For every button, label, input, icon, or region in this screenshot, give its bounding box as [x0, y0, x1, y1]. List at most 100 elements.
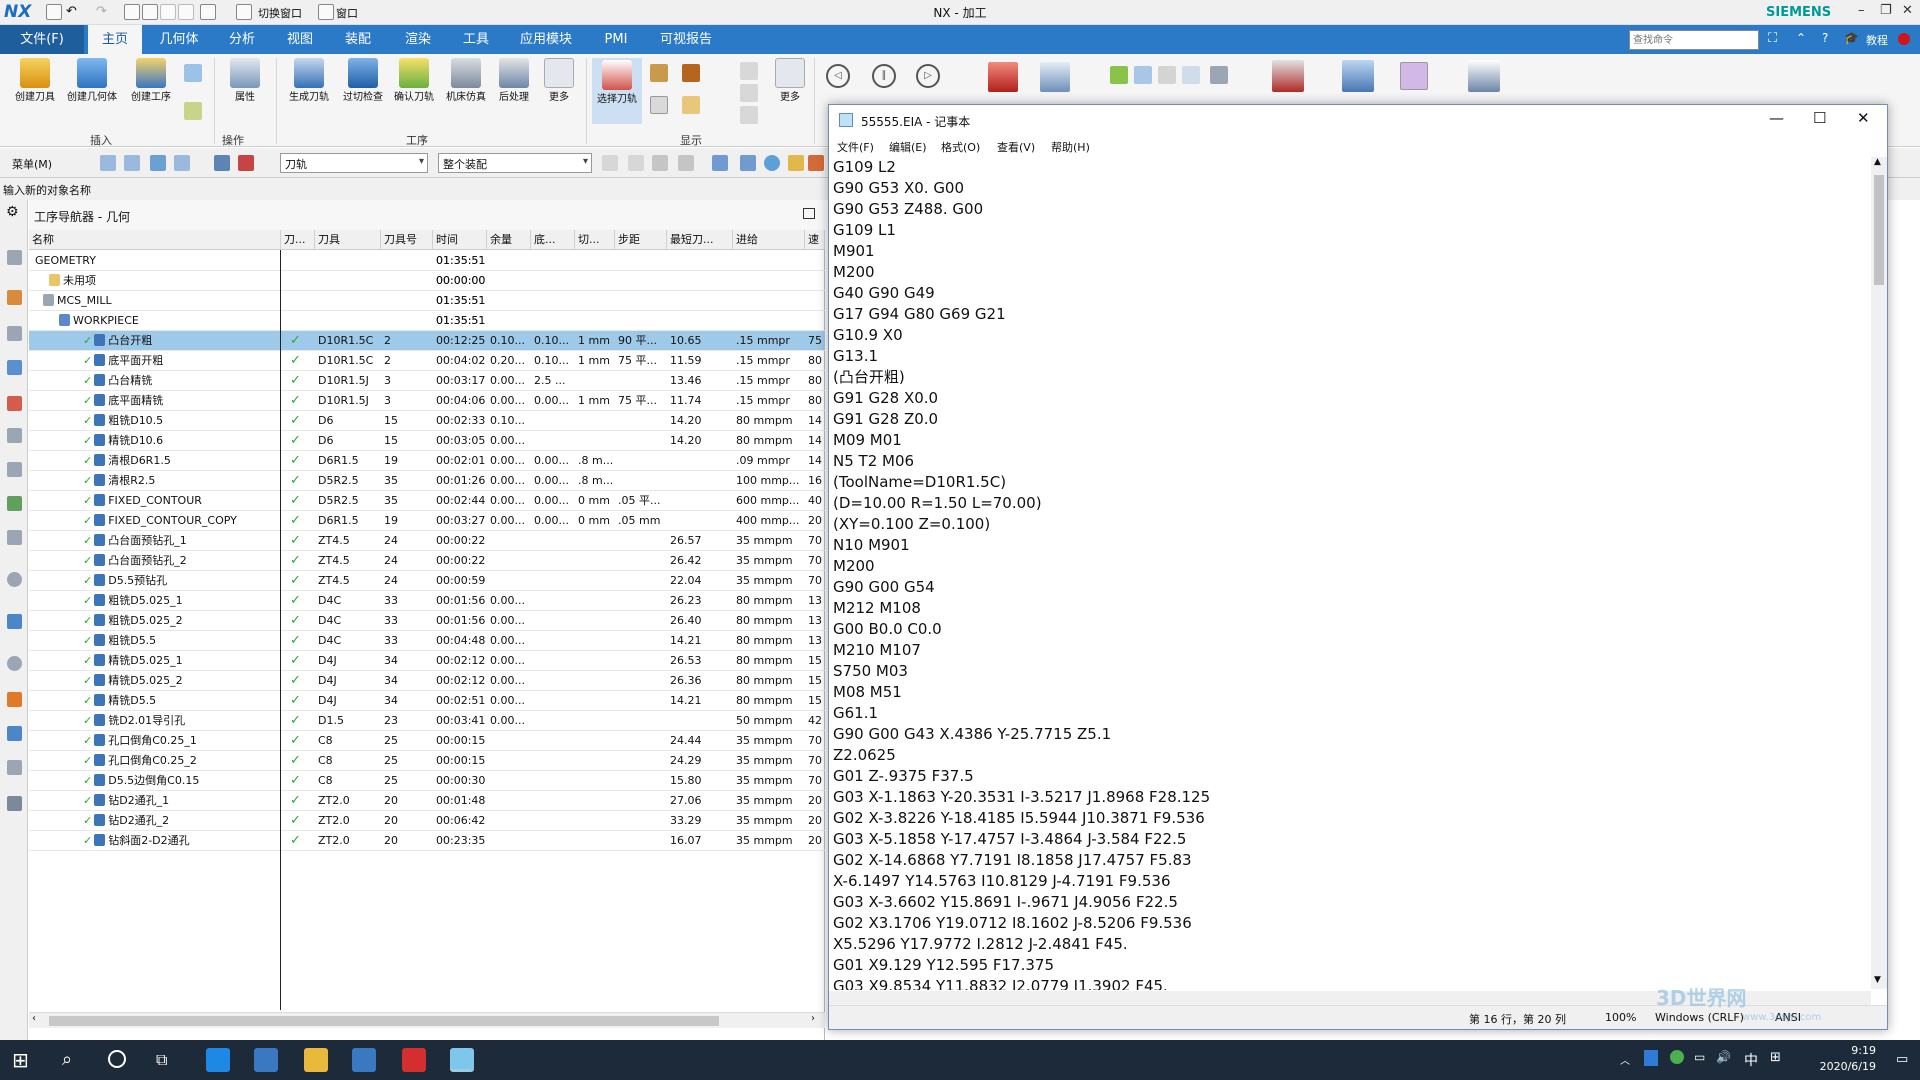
table-row[interactable]: ✓ 粗铣D5.025_2 ✓ D4C 33 00:01:56 0.00... 26.40 80 … [29, 611, 825, 631]
more-display-button[interactable]: 更多 [772, 58, 808, 104]
feature-icon[interactable] [1134, 66, 1152, 84]
toolpath-display-icon[interactable] [650, 64, 668, 82]
table-row[interactable]: ✓ 精铣D5.025_2 ✓ D4J 34 00:02:12 0.00... 26.36 80 … [29, 671, 825, 691]
face-icon[interactable] [788, 155, 804, 171]
feature-3-icon[interactable] [1182, 66, 1200, 84]
hd3d-icon[interactable] [7, 496, 22, 511]
help-icon[interactable]: ? [1822, 31, 1828, 45]
table-row[interactable]: WORKPIECE 01:35:51 01:35:51 [29, 311, 825, 331]
menu-button[interactable]: 菜单(M) [12, 156, 52, 172]
tab-view[interactable]: 视图 [274, 25, 326, 54]
file-explorer-icon[interactable] [304, 1048, 328, 1072]
table-row[interactable]: ✓ 凸台面预钻孔_2 ✓ ZT4.5 24 00:00:22 26.42 35 mmpm 70 [29, 551, 825, 571]
find-feature-icon[interactable] [1272, 60, 1304, 92]
graduation-cap-icon[interactable]: 🎓 [1844, 31, 1859, 45]
palette-icon[interactable] [7, 692, 22, 707]
task-view-icon[interactable]: ⧉ [156, 1050, 167, 1070]
part-navigator-icon[interactable] [7, 250, 22, 265]
tab-geometry[interactable]: 几何体 [148, 25, 210, 54]
pause-icon[interactable]: ∥ [872, 64, 896, 88]
column-speed[interactable]: 速 [805, 230, 825, 250]
table-row[interactable]: ✓ 钻D2通孔_2 ✓ ZT2.0 20 00:06:42 33.29 35 mmpm 20 [29, 811, 825, 831]
vertical-scrollbar[interactable]: ▲ ▼ [1871, 157, 1887, 989]
view-program-icon[interactable] [100, 155, 116, 171]
scroll-right-icon[interactable]: › [811, 1013, 815, 1024]
move-up-icon[interactable] [740, 62, 758, 80]
scrollbar-thumb[interactable] [1874, 175, 1884, 285]
table-row[interactable]: ✓ 凸台面预钻孔_1 ✓ ZT4.5 24 00:00:22 26.57 35 mmpm 70 [29, 531, 825, 551]
scroll-down-icon[interactable]: ▼ [1874, 975, 1881, 985]
view-geometry-icon[interactable] [150, 155, 166, 171]
operation-navigator-icon[interactable] [7, 360, 22, 375]
tab-home[interactable]: 主页 [88, 25, 142, 54]
column-feed[interactable]: 进给 [733, 230, 805, 250]
nx-app-icon[interactable] [254, 1048, 278, 1072]
table-row[interactable]: ✓ 清根R2.5 ✓ D5R2.5 35 00:01:26 0.00... 0.00... .8… [29, 471, 825, 491]
app-tray-icon[interactable] [1670, 1050, 1684, 1064]
clear-filter-icon[interactable] [238, 155, 254, 171]
table-row[interactable]: ✓ 孔口倒角C0.25_2 ✓ C8 25 00:00:15 24.29 35 mmpm 70 [29, 751, 825, 771]
fullscreen-icon[interactable]: ⛶ [1768, 31, 1777, 46]
system-materials-icon[interactable] [7, 614, 22, 629]
gear-icon[interactable]: ⚙ [6, 204, 19, 220]
create-tool-button[interactable]: 创建刀具 [10, 58, 60, 104]
machine-tool-navigator-icon[interactable] [7, 396, 22, 411]
body-icon[interactable] [808, 155, 824, 171]
input-method-icon[interactable]: ⊞ [1770, 1050, 1781, 1065]
table-row[interactable]: MCS_MILL 01:35:51 01:35:51 [29, 291, 825, 311]
layer-icon[interactable] [740, 84, 758, 102]
autocad-icon[interactable] [402, 1048, 426, 1072]
maximize-panel-icon[interactable] [803, 208, 815, 219]
nx-app-2-icon[interactable] [352, 1048, 376, 1072]
view-machine-tool-icon[interactable] [124, 155, 140, 171]
column-stepover[interactable]: 步距 [615, 230, 667, 250]
process-studio-icon[interactable] [7, 726, 22, 741]
tab-applications[interactable]: 应用模块 [510, 25, 582, 54]
table-row[interactable]: ✓ 钻斜面2-D2通孔 ✓ ZT2.0 20 00:23:35 16.07 35 mmpm 20 [29, 831, 825, 851]
minimize-icon[interactable]: — [1769, 109, 1784, 127]
table-row[interactable]: ✓ 钻D2通孔_1 ✓ ZT2.0 20 00:01:48 27.06 35 mmpm 20 [29, 791, 825, 811]
clock-icon[interactable] [7, 656, 22, 671]
camera-icon[interactable] [7, 796, 22, 811]
table-row[interactable]: ✓ FIXED_CONTOUR ✓ D5R2.5 35 00:02:44 0.00... 0.… [29, 491, 825, 511]
menu-format[interactable]: 格式(O) [941, 139, 980, 155]
tab-tools[interactable]: 工具 [450, 25, 502, 54]
minimize-icon[interactable]: – [1858, 3, 1865, 18]
tab-visual-report[interactable]: 可视报告 [650, 25, 722, 54]
show-ipw-icon[interactable] [988, 62, 1018, 92]
table-row[interactable]: GEOMETRY 01:35:51 01:35:51 [29, 251, 825, 271]
restore-icon[interactable]: ❐ [1880, 3, 1892, 18]
column-stock[interactable]: 余量 [487, 230, 531, 250]
rewind-icon[interactable]: ◁ [826, 64, 850, 88]
generate-toolpath-button[interactable]: 生成刀轨 [282, 58, 336, 104]
funnel-icon[interactable] [652, 155, 668, 171]
method-icon[interactable] [184, 102, 202, 120]
table-row[interactable]: ✓ 精铣D5.5 ✓ D4J 34 00:02:51 0.00... 14.21 80 mmpm… [29, 691, 825, 711]
edge-browser-icon[interactable] [206, 1048, 230, 1072]
hexagon-icon[interactable] [764, 155, 780, 171]
curve-icon[interactable] [740, 155, 756, 171]
select-icon[interactable] [678, 155, 694, 171]
file-tab[interactable]: 文件(F) [0, 25, 84, 54]
column-tool-number[interactable]: 刀具号 [381, 230, 433, 250]
windows-start-icon[interactable]: ⊞ [12, 1048, 29, 1072]
create-geometry-button[interactable]: 创建几何体 [64, 58, 120, 104]
tab-pmi[interactable]: PMI [590, 25, 642, 54]
gouge-check-button[interactable]: 过切检查 [338, 58, 388, 104]
column-time[interactable]: 时间 [433, 230, 487, 250]
volume-icon[interactable]: 🔊 [1716, 1050, 1731, 1064]
table-row[interactable]: ✓ 凸台开粗 ✓ D10R1.5C 2 00:12:25 0.10... 0.10... 1 m… [29, 331, 825, 351]
scroll-left-icon[interactable]: ‹ [32, 1013, 36, 1024]
more-feature-icon[interactable] [1400, 62, 1428, 90]
history-icon[interactable] [7, 572, 22, 587]
feature-2-icon[interactable] [1158, 66, 1176, 84]
table-row[interactable]: ✓ 铣D2.01导引孔 ✓ D1.5 23 00:03:41 0.00... 50 mmpm 4… [29, 711, 825, 731]
scope-filter-select[interactable]: 整个装配 [438, 153, 592, 173]
flag-icon[interactable] [1210, 66, 1228, 84]
view-method-icon[interactable] [174, 155, 190, 171]
chevron-up-icon[interactable]: ⌃ [1796, 31, 1806, 45]
table-row[interactable]: ✓ D5.5预钻孔 ✓ ZT4.5 24 00:00:59 22.04 35 mmpm 70 [29, 571, 825, 591]
column-floor-stock[interactable]: 底... [531, 230, 575, 250]
table-row[interactable]: ✓ 精铣D5.025_1 ✓ D4J 34 00:02:12 0.00... 26.53 80 … [29, 651, 825, 671]
filter-icon[interactable] [214, 155, 230, 171]
